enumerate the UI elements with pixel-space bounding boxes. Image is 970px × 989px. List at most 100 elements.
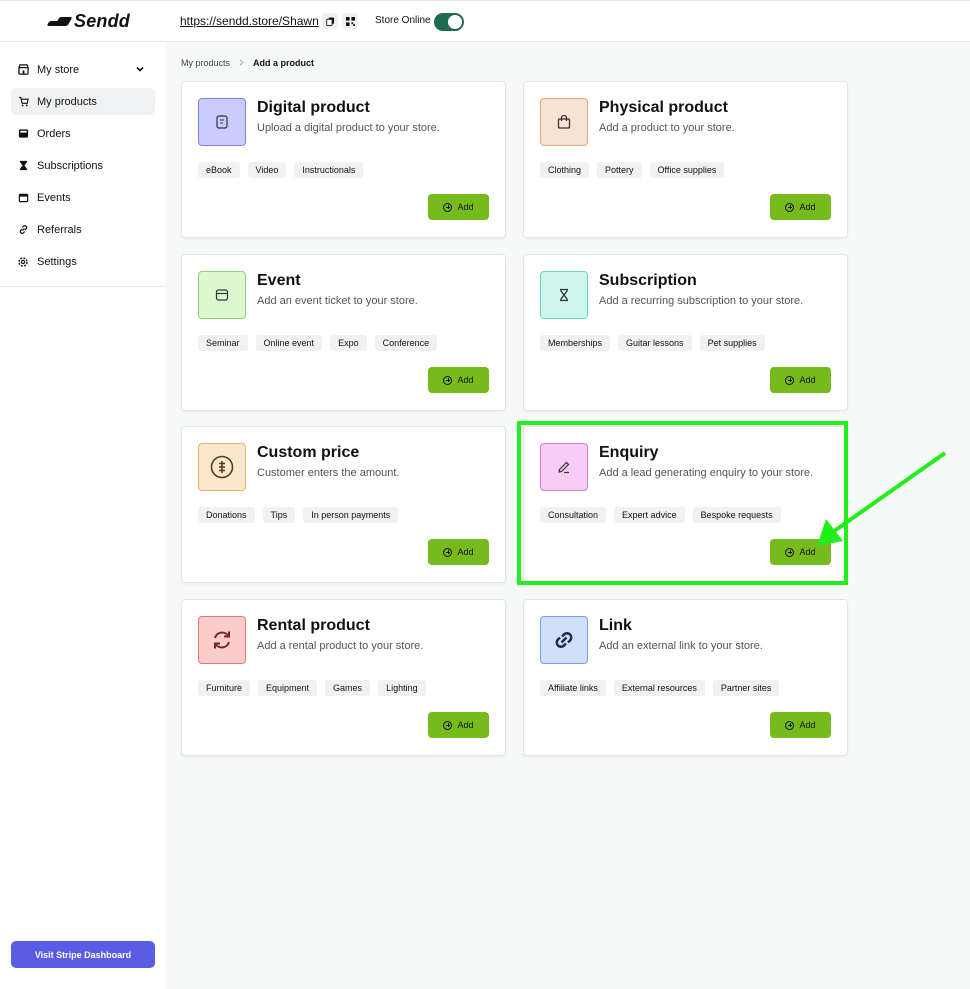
tag: Seminar	[198, 335, 248, 351]
breadcrumb-current: Add a product	[253, 58, 315, 68]
card-tags: Clothing Pottery Office supplies	[540, 162, 725, 178]
add-label: Add	[799, 202, 816, 212]
inbox-icon	[17, 128, 29, 140]
card-icon-box	[540, 616, 588, 664]
card-title: Digital product	[257, 99, 370, 116]
tag: Office supplies	[649, 162, 725, 178]
add-label: Add	[799, 375, 816, 385]
tag: Lighting	[378, 680, 426, 696]
breadcrumb-my-products[interactable]: My products	[181, 58, 230, 68]
card-title: Custom price	[257, 444, 360, 461]
tag: Instructionals	[294, 162, 364, 178]
card-tags: Seminar Online event Expo Conference	[198, 335, 438, 351]
sidebar-item-events[interactable]: Events	[11, 184, 155, 211]
add-event-button[interactable]: Add	[428, 367, 489, 393]
product-card-custom-price: Custom price Customer enters the amount.…	[181, 426, 506, 583]
gear-icon	[17, 256, 29, 268]
add-label: Add	[799, 720, 816, 730]
tag: Partner sites	[712, 680, 780, 696]
add-link-button[interactable]: Add	[770, 712, 831, 738]
product-card-event: Event Add an event ticket to your store.…	[181, 254, 506, 411]
cart-icon	[17, 96, 29, 108]
breadcrumb: My products Add a product	[181, 58, 314, 68]
card-icon-box	[198, 443, 246, 491]
coin-icon	[210, 455, 234, 479]
card-tags: Memberships Guitar lessons Pet supplies	[540, 335, 765, 351]
add-label: Add	[457, 375, 474, 385]
chevron-right-icon	[238, 58, 245, 68]
qr-code-button[interactable]	[342, 13, 358, 29]
copy-icon	[325, 16, 334, 26]
add-physical-product-button[interactable]: Add	[770, 194, 831, 220]
tag: Online event	[255, 335, 323, 351]
logo-text: Sendd	[74, 11, 131, 31]
qr-code-icon	[345, 16, 355, 26]
tag: External resources	[613, 680, 705, 696]
card-description: Add a recurring subscription to your sto…	[599, 295, 804, 307]
sidebar-item-label: My products	[37, 95, 97, 108]
plus-circle-icon	[785, 375, 795, 385]
highlight-box	[517, 421, 848, 585]
chevron-down-icon[interactable]	[135, 64, 145, 77]
tag: Video	[247, 162, 287, 178]
plus-circle-icon	[785, 202, 795, 212]
card-description: Add an event ticket to your store.	[257, 295, 418, 307]
card-title: Link	[599, 617, 632, 634]
digital-file-icon	[216, 115, 228, 129]
sidebar-item-orders[interactable]: Orders	[11, 120, 155, 147]
card-title: Physical product	[599, 99, 728, 116]
plus-circle-icon	[443, 720, 453, 730]
sidebar-item-subscriptions[interactable]: Subscriptions	[11, 152, 155, 179]
sidebar-item-my-store[interactable]: My store	[11, 56, 155, 83]
store-status-label: Store Online	[375, 15, 431, 26]
product-card-digital: Digital product Upload a digital product…	[181, 81, 506, 238]
logo-mark-icon	[48, 17, 70, 27]
tag: Affiliate links	[540, 680, 606, 696]
tag: Pet supplies	[699, 335, 765, 351]
tag: Clothing	[540, 162, 590, 178]
tag: In person payments	[303, 507, 399, 523]
tag: eBook	[198, 162, 240, 178]
store-url-link[interactable]: https://sendd.store/Shawn	[180, 14, 319, 28]
product-card-link: Link Add an external link to your store.…	[523, 599, 848, 756]
card-tags: eBook Video Instructionals	[198, 162, 364, 178]
tag: Games	[325, 680, 371, 696]
card-description: Add an external link to your store.	[599, 640, 763, 652]
hourglass-icon	[560, 288, 568, 302]
sidebar-item-label: Orders	[37, 127, 71, 140]
tag: Conference	[374, 335, 438, 351]
calendar-icon	[17, 192, 29, 204]
add-custom-price-button[interactable]: Add	[428, 539, 489, 565]
add-rental-product-button[interactable]: Add	[428, 712, 489, 738]
add-subscription-button[interactable]: Add	[770, 367, 831, 393]
card-description: Add a product to your store.	[599, 122, 735, 134]
sidebar-item-label: Settings	[37, 255, 77, 268]
visit-stripe-dashboard-button[interactable]: Visit Stripe Dashboard	[11, 941, 155, 968]
add-label: Add	[457, 202, 474, 212]
sidebar-item-label: Subscriptions	[37, 159, 104, 172]
tag: Pottery	[597, 162, 642, 178]
store-icon	[17, 64, 29, 76]
add-label: Add	[457, 720, 474, 730]
sendd-logo[interactable]: Sendd	[48, 11, 130, 32]
plus-circle-icon	[785, 720, 795, 730]
product-card-physical: Physical product Add a product to your s…	[523, 81, 848, 238]
plus-circle-icon	[443, 547, 453, 557]
store-online-toggle[interactable]	[434, 13, 464, 31]
tag: Expo	[330, 335, 367, 351]
sidebar-item-label: Events	[37, 191, 71, 204]
card-title: Subscription	[599, 272, 697, 289]
copy-url-button[interactable]	[322, 13, 338, 29]
card-tags: Furniture Equipment Games Lighting	[198, 680, 426, 696]
tag: Donations	[198, 507, 255, 523]
sidebar-item-referrals[interactable]: Referrals	[11, 216, 155, 243]
add-label: Add	[457, 547, 474, 557]
sidebar-item-settings[interactable]: Settings	[11, 248, 155, 275]
hourglass-icon	[17, 160, 29, 172]
refresh-icon	[214, 631, 230, 649]
sidebar: My store My products Orders Subscription…	[0, 42, 165, 989]
plus-circle-icon	[443, 375, 453, 385]
add-digital-product-button[interactable]: Add	[428, 194, 489, 220]
link-icon	[17, 224, 29, 236]
sidebar-item-my-products[interactable]: My products	[11, 88, 155, 115]
